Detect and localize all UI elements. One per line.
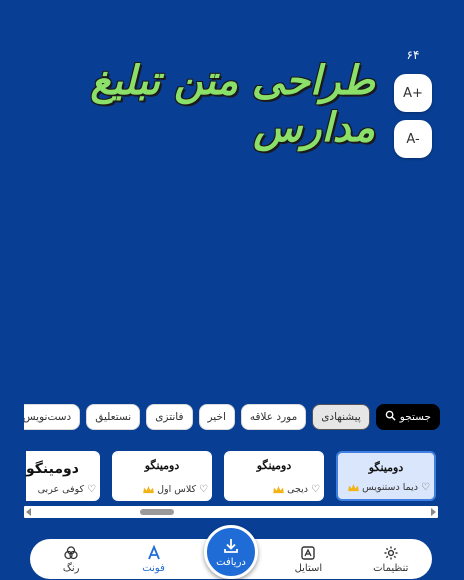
download-button[interactable]: دریافت [204, 525, 258, 579]
chip-nastaliq[interactable]: نستعلیق [86, 404, 141, 430]
font-sample: دومینگو [368, 461, 404, 474]
heart-icon[interactable]: ♡ [87, 484, 96, 495]
heart-icon[interactable]: ♡ [199, 484, 208, 495]
scrollbar-thumb[interactable] [140, 509, 174, 515]
nav-settings[interactable]: تنظیمات [356, 545, 426, 574]
nav-font-label: فونت [142, 562, 165, 574]
font-name: دیما دستنویس [362, 482, 419, 493]
font-sample: دومینگو [144, 459, 180, 472]
heart-icon[interactable]: ♡ [421, 482, 430, 493]
font-name: کوفی عربی [37, 484, 85, 495]
download-icon [224, 538, 238, 553]
nav-style-label: استایل [294, 562, 323, 574]
style-icon [301, 545, 316, 560]
search-chip[interactable]: جستجو [375, 404, 440, 430]
crown-icon [273, 485, 284, 493]
nav-color[interactable]: رنگ [36, 545, 106, 574]
font-icon [147, 544, 160, 559]
chip-favorites[interactable]: مورد علاقه [240, 404, 307, 430]
chip-fantasy[interactable]: فانتزی [146, 404, 193, 430]
text-preview[interactable]: طراحی متن تبلیغ مدارس [55, 57, 375, 151]
font-card[interactable]: دومینگو ♡ دیجی [224, 451, 324, 501]
nav-color-label: رنگ [62, 562, 80, 574]
font-size-readout: ۶۴ [406, 48, 420, 62]
font-card[interactable]: دومینگو ♡ کلاس اول [112, 451, 212, 501]
download-label: دریافت [216, 556, 246, 568]
chip-handwriting[interactable]: دست‌نویس [24, 404, 81, 430]
font-card[interactable]: دومینگو ♡ کوفی عربی [26, 451, 100, 501]
nav-style[interactable]: استایل [273, 545, 343, 574]
search-chip-label: جستجو [399, 411, 431, 423]
crown-icon [143, 485, 154, 493]
font-list: دومینگو ♡ دیما دستنویس دومینگو ♡ دیجی دو… [24, 451, 436, 501]
color-palette-icon [64, 545, 78, 559]
nav-font[interactable]: فونت [119, 544, 189, 574]
chip-recent[interactable]: اخیر [198, 404, 235, 430]
font-list-scrollbar[interactable] [24, 506, 438, 518]
font-category-chips: جستجو پیشنهادی مورد علاقه اخیر فانتزی نس… [24, 404, 440, 432]
font-name: دیجی [287, 484, 309, 495]
font-sample: دومینگو [26, 461, 79, 477]
heart-icon[interactable]: ♡ [311, 484, 320, 495]
gear-icon [384, 546, 398, 559]
font-card[interactable]: دومینگو ♡ دیما دستنویس [336, 451, 436, 501]
font-sample: دومینگو [256, 459, 292, 472]
crown-icon [348, 483, 359, 491]
nav-settings-label: تنظیمات [373, 562, 409, 574]
font-name: کلاس اول [157, 484, 197, 495]
search-icon [385, 410, 396, 424]
scroll-left-icon[interactable] [26, 508, 31, 516]
chip-suggested[interactable]: پیشنهادی [312, 404, 370, 430]
decrease-size-button[interactable]: A- [394, 120, 432, 158]
increase-size-button[interactable]: A+ [394, 74, 432, 112]
scroll-right-icon[interactable] [431, 508, 436, 516]
